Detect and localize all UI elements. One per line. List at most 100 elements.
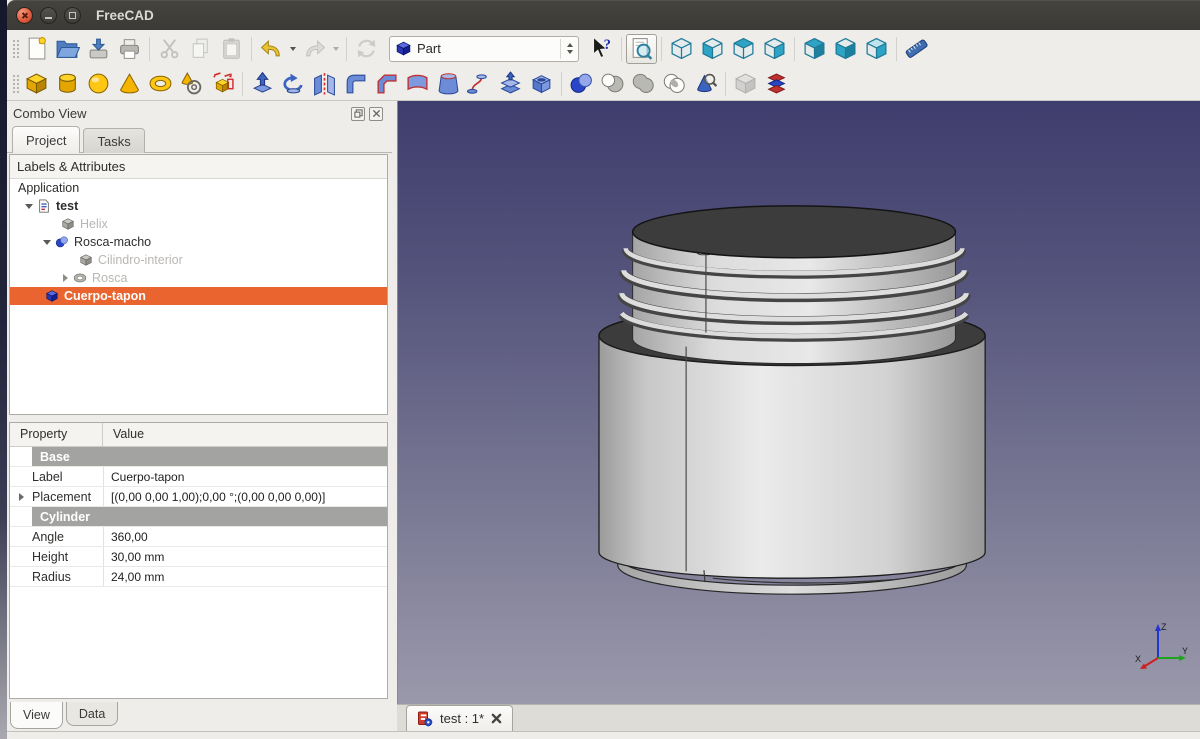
torus-button[interactable] bbox=[145, 70, 176, 98]
top-view-button[interactable] bbox=[728, 34, 759, 64]
whats-this-icon bbox=[589, 36, 614, 61]
cross-sections-button[interactable] bbox=[761, 70, 792, 98]
revolve-icon bbox=[281, 71, 306, 96]
main-area: Combo View Project Tasks Labels & Attrib… bbox=[7, 101, 1200, 731]
cut-button[interactable] bbox=[154, 34, 185, 64]
expander-closed-icon[interactable] bbox=[19, 493, 24, 501]
cylinder-button[interactable] bbox=[52, 70, 83, 98]
fillet-button[interactable] bbox=[340, 70, 371, 98]
property-row-height[interactable]: Height 30,00 mm bbox=[10, 547, 387, 567]
extrude-button[interactable] bbox=[247, 70, 278, 98]
tree-item-cilindro-interior[interactable]: Cilindro-interior bbox=[10, 251, 387, 269]
section-button[interactable] bbox=[690, 70, 721, 98]
property-row-placement[interactable]: Placement [(0,00 0,00 1,00);0,00 °;(0,00… bbox=[10, 487, 387, 507]
close-tab-button[interactable] bbox=[491, 713, 502, 724]
fusion-icon bbox=[55, 235, 69, 249]
tab-tasks[interactable]: Tasks bbox=[83, 128, 144, 153]
close-panel-button[interactable] bbox=[369, 107, 383, 121]
expander-open-icon[interactable] bbox=[42, 240, 52, 245]
tree-item-cuerpo-tapon[interactable]: Cuerpo-tapon bbox=[10, 287, 387, 305]
redo-dropdown-button[interactable] bbox=[330, 34, 342, 64]
tab-view[interactable]: View bbox=[10, 702, 63, 729]
mirror-icon bbox=[312, 71, 337, 96]
redo-button[interactable] bbox=[299, 34, 330, 64]
workbench-part-icon bbox=[395, 40, 412, 57]
toolbar-separator bbox=[896, 37, 897, 61]
toolbar-drag-handle[interactable] bbox=[11, 73, 19, 95]
property-value[interactable]: Cuerpo-tapon bbox=[103, 467, 387, 486]
axonometric-view-button[interactable] bbox=[666, 34, 697, 64]
tree-item-rosca-macho[interactable]: Rosca-macho bbox=[10, 233, 387, 251]
measure-button[interactable] bbox=[901, 34, 932, 64]
save-button[interactable] bbox=[83, 34, 114, 64]
minimize-window-button[interactable] bbox=[40, 7, 57, 24]
tab-project[interactable]: Project bbox=[12, 126, 80, 153]
box-button[interactable] bbox=[21, 70, 52, 98]
loft-button[interactable] bbox=[433, 70, 464, 98]
copy-button[interactable] bbox=[185, 34, 216, 64]
left-view-button[interactable] bbox=[861, 34, 892, 64]
tree-item-rosca[interactable]: Rosca bbox=[10, 269, 387, 287]
tree-item-helix[interactable]: Helix bbox=[10, 215, 387, 233]
expander-closed-icon[interactable] bbox=[60, 274, 70, 282]
whats-this-button[interactable] bbox=[586, 34, 617, 64]
toolbar-drag-handle[interactable] bbox=[11, 38, 19, 60]
revolve-button[interactable] bbox=[278, 70, 309, 98]
document-tab-test[interactable]: test : 1* bbox=[406, 705, 513, 731]
3d-viewport[interactable]: Z Y X bbox=[397, 101, 1200, 704]
right-view-button[interactable] bbox=[759, 34, 790, 64]
expander-open-icon[interactable] bbox=[24, 204, 34, 209]
property-row-radius[interactable]: Radius 24,00 mm bbox=[10, 567, 387, 587]
boolean-button[interactable] bbox=[566, 70, 597, 98]
property-row-angle[interactable]: Angle 360,00 bbox=[10, 527, 387, 547]
fit-all-icon bbox=[629, 36, 654, 61]
close-window-button[interactable] bbox=[16, 7, 33, 24]
intersection-button[interactable] bbox=[659, 70, 690, 98]
tree-item-test[interactable]: test bbox=[10, 197, 387, 215]
torus-icon bbox=[148, 71, 173, 96]
front-view-icon bbox=[700, 36, 725, 61]
ruled-surface-button[interactable] bbox=[402, 70, 433, 98]
create-primitives-button[interactable] bbox=[176, 70, 207, 98]
property-value[interactable]: [(0,00 0,00 1,00);0,00 °;(0,00 0,00 0,00… bbox=[103, 487, 387, 506]
right-view-icon bbox=[762, 36, 787, 61]
open-button[interactable] bbox=[52, 34, 83, 64]
undo-dropdown-button[interactable] bbox=[287, 34, 299, 64]
sweep-button[interactable] bbox=[464, 70, 495, 98]
paste-button[interactable] bbox=[216, 34, 247, 64]
property-row-label[interactable]: Label Cuerpo-tapon bbox=[10, 467, 387, 487]
sweep-helix-icon bbox=[73, 271, 87, 285]
property-value[interactable]: 24,00 mm bbox=[103, 567, 387, 586]
cone-button[interactable] bbox=[114, 70, 145, 98]
mirror-button[interactable] bbox=[309, 70, 340, 98]
maximize-window-button[interactable] bbox=[64, 7, 81, 24]
property-value[interactable]: 30,00 mm bbox=[103, 547, 387, 566]
workbench-selector[interactable]: Part bbox=[389, 36, 579, 62]
tree-item-application[interactable]: Application bbox=[10, 179, 387, 197]
workbench-selector-spinner[interactable] bbox=[560, 39, 573, 59]
blue-cube-icon bbox=[45, 289, 59, 303]
undo-button[interactable] bbox=[256, 34, 287, 64]
float-panel-button[interactable] bbox=[351, 107, 365, 121]
shape-builder-button[interactable] bbox=[207, 70, 238, 98]
chamfer-button[interactable] bbox=[371, 70, 402, 98]
new-document-button[interactable] bbox=[21, 34, 52, 64]
rear-view-button[interactable] bbox=[799, 34, 830, 64]
offset-button[interactable] bbox=[495, 70, 526, 98]
refresh-button[interactable] bbox=[351, 34, 382, 64]
property-value[interactable]: 360,00 bbox=[103, 527, 387, 546]
union-button[interactable] bbox=[628, 70, 659, 98]
tab-data[interactable]: Data bbox=[66, 702, 118, 726]
defeaturing-button[interactable] bbox=[730, 70, 761, 98]
cut-boolean-button[interactable] bbox=[597, 70, 628, 98]
sphere-button[interactable] bbox=[83, 70, 114, 98]
extrude-icon bbox=[250, 71, 275, 96]
bottom-view-button[interactable] bbox=[830, 34, 861, 64]
thickness-button[interactable] bbox=[526, 70, 557, 98]
front-view-button[interactable] bbox=[697, 34, 728, 64]
property-group-cylinder[interactable]: Cylinder bbox=[10, 507, 387, 527]
fit-all-button[interactable] bbox=[626, 34, 657, 64]
property-group-base[interactable]: Base bbox=[10, 447, 387, 467]
print-button[interactable] bbox=[114, 34, 145, 64]
toolbar-separator bbox=[725, 72, 726, 96]
